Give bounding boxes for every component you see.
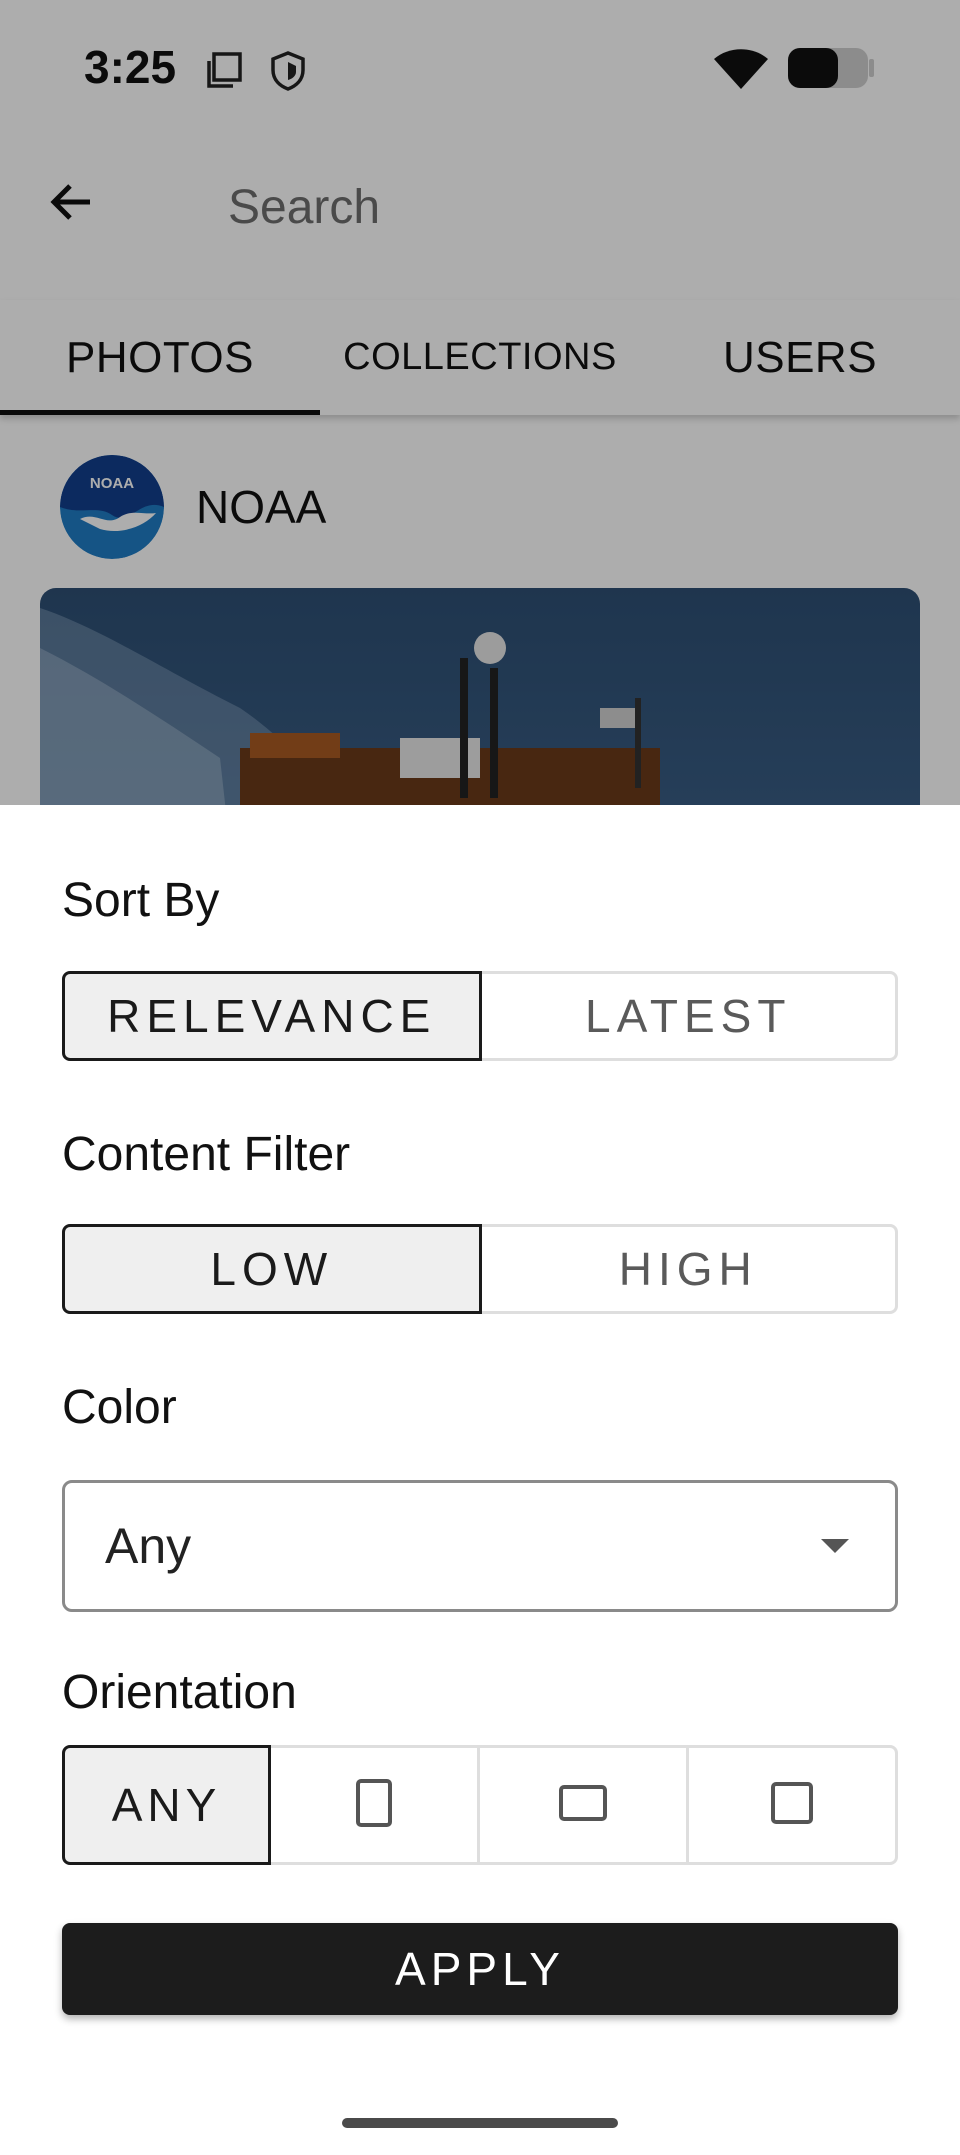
orientation-any-button[interactable]: ANY <box>62 1745 271 1865</box>
apply-button[interactable]: APPLY <box>62 1923 898 2015</box>
home-indicator[interactable] <box>342 2118 618 2128</box>
orientation-segmented-control: ANY <box>62 1745 898 1865</box>
filter-bottom-sheet: Sort By RELEVANCE LATEST Content Filter … <box>0 805 960 2155</box>
content-filter-high-button[interactable]: HIGH <box>481 1224 898 1314</box>
orientation-square-button[interactable] <box>689 1745 898 1865</box>
color-dropdown[interactable]: Any <box>62 1480 898 1612</box>
content-filter-segmented-control: LOW HIGH <box>62 1224 898 1314</box>
sort-relevance-button[interactable]: RELEVANCE <box>62 971 482 1061</box>
content-filter-label: Content Filter <box>62 1128 351 1181</box>
color-dropdown-value: Any <box>105 1518 192 1574</box>
search-screen: 3:25 PHOTOS COLLECTIONS USERS <box>0 0 960 805</box>
modal-scrim[interactable] <box>0 0 960 805</box>
orientation-landscape-button[interactable] <box>480 1745 689 1865</box>
sort-by-label: Sort By <box>62 874 220 927</box>
square-icon <box>771 1781 813 1829</box>
orientation-label: Orientation <box>62 1666 297 1719</box>
portrait-icon <box>354 1778 394 1832</box>
sort-latest-button[interactable]: LATEST <box>481 971 898 1061</box>
dropdown-arrow-icon <box>821 1539 849 1553</box>
landscape-icon <box>559 1784 607 1826</box>
orientation-portrait-button[interactable] <box>271 1745 480 1865</box>
color-label: Color <box>62 1381 177 1434</box>
sort-by-segmented-control: RELEVANCE LATEST <box>62 971 898 1061</box>
content-filter-low-button[interactable]: LOW <box>62 1224 482 1314</box>
